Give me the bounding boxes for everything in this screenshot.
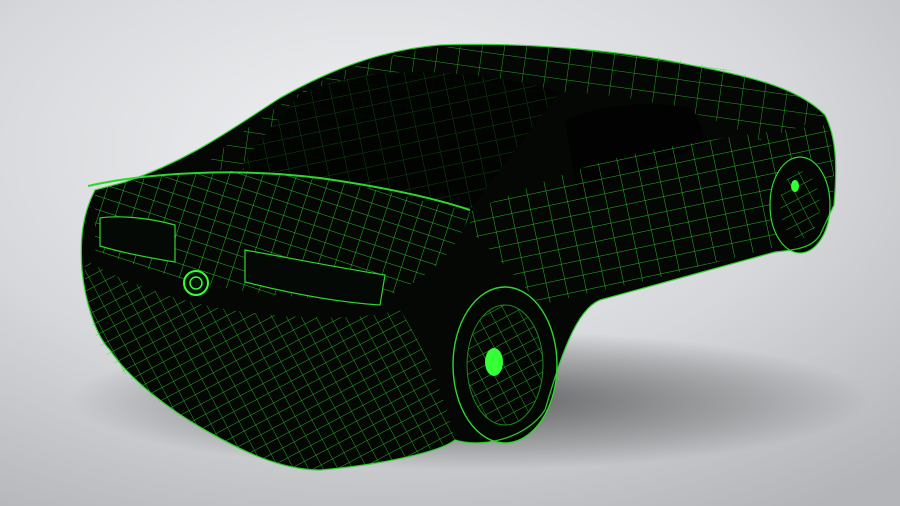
rear-wheel-hub — [485, 348, 503, 376]
render-viewport — [0, 0, 900, 506]
rear-wheel — [452, 286, 558, 444]
car-wireframe-render — [0, 0, 900, 506]
front-wheel — [769, 156, 831, 254]
rear-emblem — [183, 270, 209, 296]
front-wheel-hub — [791, 180, 799, 192]
